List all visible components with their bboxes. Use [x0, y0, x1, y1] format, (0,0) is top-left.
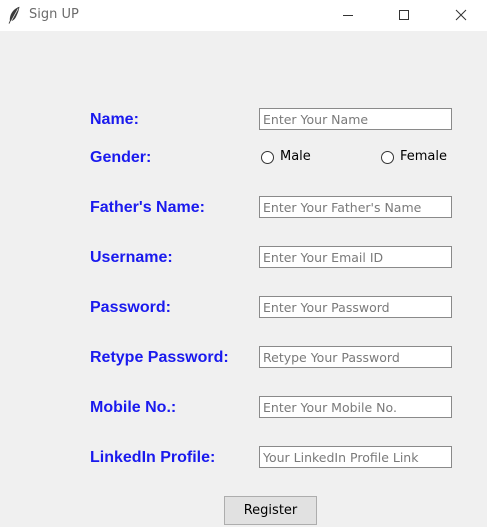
close-button[interactable] — [438, 0, 484, 31]
father-name-input[interactable] — [259, 196, 452, 218]
username-label: Username: — [90, 249, 173, 266]
minimize-button[interactable] — [325, 0, 371, 31]
radio-circle-icon — [381, 150, 394, 164]
window-title: Sign UP — [29, 7, 79, 22]
name-label: Name: — [90, 111, 139, 128]
gender-radio-female[interactable]: Female — [381, 149, 447, 165]
gender-option-label: Female — [400, 149, 448, 164]
title-bar[interactable]: Sign UP — [0, 0, 487, 31]
name-input[interactable] — [259, 108, 452, 130]
linkedin-input[interactable] — [259, 446, 452, 468]
username-input[interactable] — [259, 246, 452, 268]
gender-option-label: Male — [280, 149, 311, 164]
mobile-input[interactable] — [259, 396, 452, 418]
feather-icon — [7, 6, 21, 24]
mobile-label: Mobile No.: — [90, 399, 177, 416]
close-icon — [455, 6, 467, 25]
linkedin-label: LinkedIn Profile: — [90, 449, 216, 466]
minimize-icon — [342, 6, 354, 25]
gender-radio-male[interactable]: Male — [261, 149, 311, 165]
retype-password-input[interactable] — [259, 346, 452, 368]
father-name-label: Father's Name: — [90, 199, 205, 216]
radio-circle-icon — [261, 150, 274, 164]
maximize-button[interactable] — [381, 0, 427, 31]
retype-password-label: Retype Password: — [90, 349, 229, 366]
gender-label: Gender: — [90, 149, 152, 166]
maximize-icon — [398, 6, 410, 25]
password-input[interactable] — [259, 296, 452, 318]
password-label: Password: — [90, 299, 171, 316]
signup-window: Sign UP Name: Gender: Male Female Father… — [0, 0, 487, 527]
register-button[interactable]: Register — [224, 496, 317, 525]
